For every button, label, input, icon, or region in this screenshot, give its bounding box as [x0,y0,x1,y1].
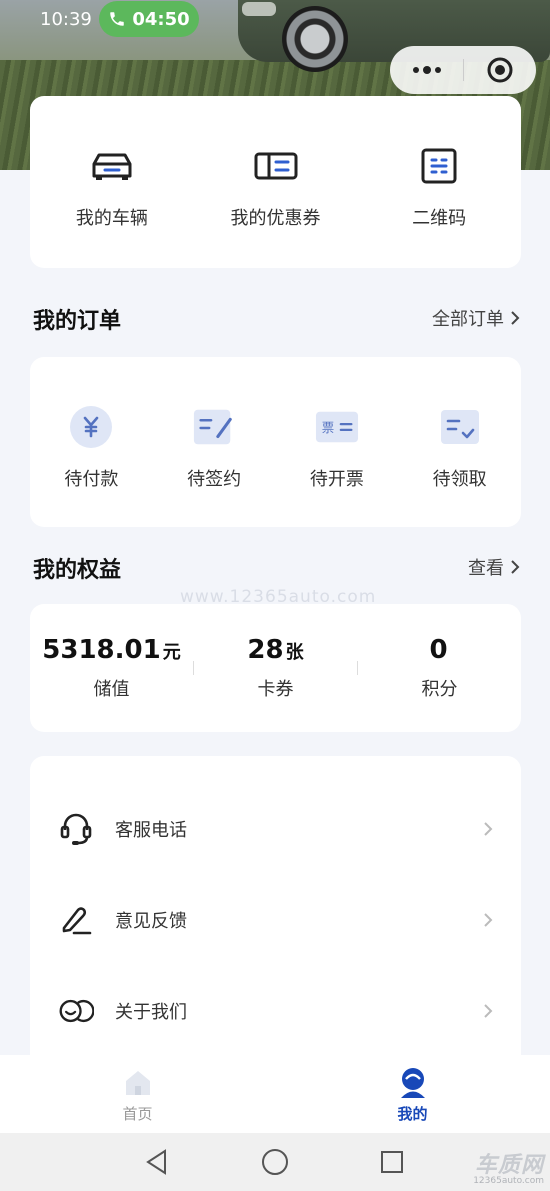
orders-card: 待付款 待签约 票 待开票 待领取 [30,357,521,527]
qrcode-button[interactable]: 二维码 [357,96,521,268]
stored-value-stat[interactable]: 5318.01 元 储值 [30,635,193,701]
qrcode-label: 二维码 [412,208,467,229]
more-dots-icon [412,66,441,74]
tab-home-label: 首页 [122,1105,153,1123]
my-vehicle-label: 我的车辆 [75,208,148,229]
about-us-label: 关于我们 [115,1002,187,1023]
pending-payment-button[interactable]: 待付款 [30,357,153,527]
brand-watermark: 车质网 12365auto.com [473,1147,544,1186]
call-timer: 04:50 [132,8,190,30]
sign-icon [192,407,236,447]
pending-receive-button[interactable]: 待领取 [398,357,521,527]
ongoing-call-pill[interactable]: 04:50 [99,1,199,37]
orders-section-title: 我的订单 [33,309,122,334]
rights-card: 5318.01 元 储值 28 张 卡券 0 积分 [30,604,521,732]
pending-invoice-label: 待开票 [309,469,364,490]
receive-icon [438,407,482,447]
system-nav-bar [0,1133,550,1191]
profile-icon [397,1067,429,1099]
home-icon [122,1067,154,1099]
stored-value-caption: 储值 [93,679,130,700]
pending-payment-label: 待付款 [64,469,119,490]
back-triangle-icon [146,1149,166,1175]
target-close-icon [487,57,513,83]
brand-site: 12365auto.com [473,1176,544,1186]
feedback-pen-icon [58,902,94,938]
recents-square-icon [381,1151,403,1173]
rights-section-title: 我的权益 [33,558,122,583]
view-rights-label: 查看 [468,558,504,579]
close-miniprogram-button[interactable] [464,46,536,94]
coupon-count-stat[interactable]: 28 张 卡券 [194,635,357,701]
yen-icon [69,406,113,448]
pending-sign-label: 待签约 [187,469,242,490]
chevron-right-icon [511,311,520,325]
qrcode-icon [417,146,461,186]
bottom-tab-bar: 首页 我的 [0,1055,550,1133]
nav-home-button[interactable] [261,1148,289,1176]
pending-receive-label: 待领取 [432,469,487,490]
menu-item-customer-service[interactable]: 客服电话 [30,784,521,874]
feedback-label: 意见反馈 [115,911,187,932]
photo-car-headlight [242,2,276,16]
points-amount: 0 [429,635,448,665]
nav-recents-button[interactable] [378,1148,406,1176]
brand-name: 车质网 [474,1153,544,1178]
photo-car-wheel [282,6,348,72]
all-orders-link[interactable]: 全部订单 [432,305,520,331]
tab-mine[interactable]: 我的 [275,1055,550,1133]
invoice-glyph: 票 [322,420,334,435]
view-rights-link[interactable]: 查看 [468,554,520,580]
nav-back-button[interactable] [143,1148,171,1176]
chevron-right-icon [484,822,493,836]
chevron-right-icon [511,560,520,574]
points-caption: 积分 [421,679,458,700]
about-us-icon [58,993,94,1029]
headset-icon [58,811,94,847]
coupon-count-caption: 卡券 [257,679,294,700]
home-circle-icon [262,1149,288,1175]
chevron-right-icon [484,1004,493,1018]
chevron-right-icon [484,913,493,927]
coupon-count-amount: 28 张 [247,635,304,665]
quick-actions-card: 我的车辆 我的优惠券 二维码 [30,96,521,268]
settings-menu-card: 客服电话 意见反馈 关于我们 [30,756,521,1086]
more-menu-button[interactable] [390,46,463,94]
car-icon [90,146,134,186]
pending-sign-button[interactable]: 待签约 [153,357,276,527]
pending-invoice-button[interactable]: 票 待开票 [276,357,399,527]
coupon-icon [254,146,298,186]
tab-home[interactable]: 首页 [0,1055,275,1133]
customer-service-label: 客服电话 [115,820,187,841]
phone-icon [110,12,125,26]
status-time: 10:39 [40,9,92,30]
my-coupons-button[interactable]: 我的优惠券 [194,96,358,268]
menu-item-feedback[interactable]: 意见反馈 [30,875,521,965]
menu-item-about-us[interactable]: 关于我们 [30,966,521,1056]
miniprogram-capsule [390,46,536,94]
all-orders-label: 全部订单 [432,309,504,330]
invoice-icon: 票 [315,407,359,447]
stored-value-amount: 5318.01 元 [42,635,181,665]
points-stat[interactable]: 0 积分 [358,635,521,701]
tab-mine-label: 我的 [397,1105,428,1123]
my-coupons-label: 我的优惠券 [230,208,321,229]
my-vehicle-button[interactable]: 我的车辆 [30,96,194,268]
